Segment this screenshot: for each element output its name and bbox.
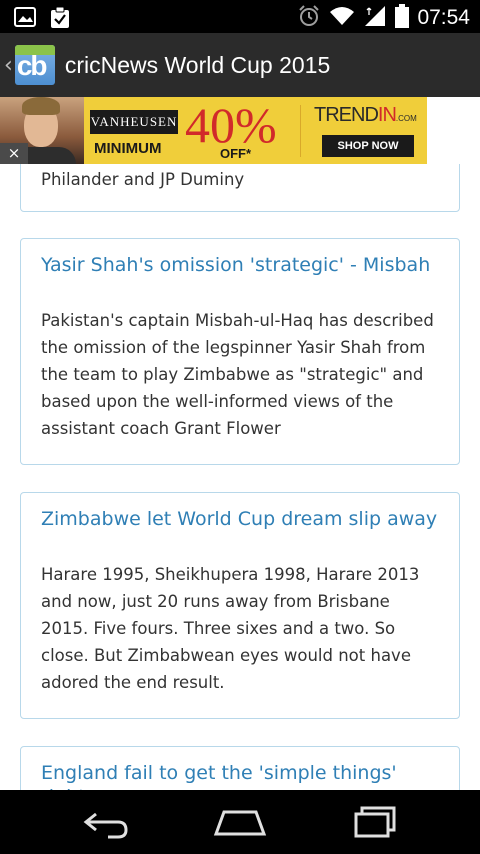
news-card-body: Pakistan's captain Misbah-ul-Haq has des… xyxy=(41,311,434,438)
up-chevron-icon[interactable]: ‹ xyxy=(4,53,13,78)
ad-brand-logo[interactable]: VANHEUSEN xyxy=(90,110,178,134)
news-card[interactable]: Yasir Shah's omission 'strategic' - Misb… xyxy=(20,238,460,465)
status-bar: 07:54 xyxy=(0,0,480,33)
home-icon[interactable] xyxy=(210,804,270,840)
app-title: cricNews World Cup 2015 xyxy=(64,51,331,78)
news-card-headline[interactable]: England fail to get the 'simple things' … xyxy=(21,761,459,790)
news-card-headline[interactable]: Zimbabwe let World Cup dream slip away xyxy=(21,507,459,531)
ad-close-button[interactable]: × xyxy=(0,143,28,164)
signal-icon xyxy=(363,5,387,31)
ad-shop-now-button[interactable]: SHOP NOW xyxy=(322,135,414,157)
news-feed[interactable]: Philander and JP Duminy Yasir Shah's omi… xyxy=(0,164,480,790)
image-notification-icon xyxy=(14,7,36,33)
news-card-body: Philander and JP Duminy xyxy=(41,170,245,189)
ad-trendin-logo[interactable]: TRENDIN.COM xyxy=(314,104,417,127)
recent-apps-icon[interactable] xyxy=(342,804,402,840)
ad-divider xyxy=(300,105,301,157)
logo-text: cb xyxy=(16,50,48,81)
ad-trendin-prefix: TREND xyxy=(314,104,379,126)
ad-minimum-label: MINIMUM xyxy=(94,140,162,157)
ad-off-label: OFF* xyxy=(220,146,252,161)
alarm-icon xyxy=(297,4,321,32)
ad-margin xyxy=(427,97,480,164)
news-card[interactable]: England fail to get the 'simple things' … xyxy=(20,746,460,790)
ad-trendin-suffix: .COM xyxy=(395,114,417,123)
back-icon[interactable] xyxy=(78,804,138,840)
news-card[interactable]: Philander and JP Duminy xyxy=(20,164,460,212)
news-card-body: Harare 1995, Sheikhupera 1998, Harare 20… xyxy=(41,565,420,692)
clock: 07:54 xyxy=(417,6,470,29)
clipboard-check-icon xyxy=(50,6,70,33)
news-card-headline[interactable]: Yasir Shah's omission 'strategic' - Misb… xyxy=(21,253,459,277)
ad-trendin-in: IN xyxy=(377,104,397,126)
ad-model-hair xyxy=(22,97,60,115)
wifi-icon xyxy=(329,5,355,31)
app-logo[interactable]: cb xyxy=(14,45,55,85)
battery-icon xyxy=(395,4,410,32)
action-bar[interactable]: ‹ cb cricNews World Cup 2015 xyxy=(0,33,480,97)
ad-discount-percent: 40% xyxy=(185,97,277,153)
news-card[interactable]: Zimbabwe let World Cup dream slip away H… xyxy=(20,492,460,719)
navigation-bar xyxy=(0,790,480,854)
